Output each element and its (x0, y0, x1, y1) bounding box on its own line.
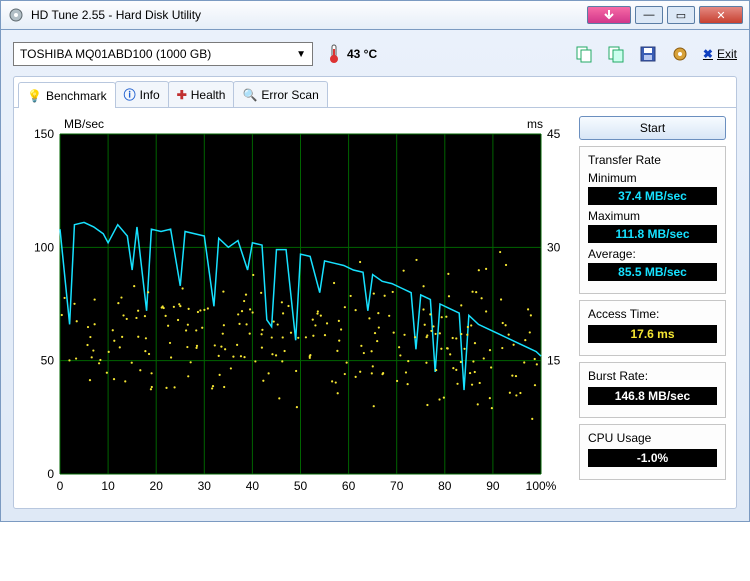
average-value: 85.5 MB/sec (588, 263, 717, 281)
temperature-value: 43 °C (347, 47, 377, 61)
chevron-down-icon: ▼ (296, 49, 306, 60)
svg-text:80: 80 (438, 479, 452, 493)
transfer-rate-group: Transfer Rate Minimum 37.4 MB/sec Maximu… (579, 146, 726, 294)
drive-selector[interactable]: TOSHIBA MQ01ABD100 (1000 GB) ▼ (13, 42, 313, 66)
svg-text:90: 90 (486, 479, 500, 493)
access-time-group: Access Time: 17.6 ms (579, 300, 726, 356)
access-time-value: 17.6 ms (588, 325, 717, 343)
maximum-label: Maximum (588, 209, 717, 223)
average-label: Average: (588, 247, 717, 261)
close-button[interactable]: ✕ (699, 6, 743, 24)
svg-text:15: 15 (547, 354, 561, 368)
info-icon: ⓘ (124, 86, 136, 103)
minimize-button[interactable]: — (635, 6, 663, 24)
options-icon[interactable] (671, 45, 689, 63)
window-title: HD Tune 2.55 - Hard Disk Utility (31, 8, 201, 22)
svg-text:0: 0 (47, 467, 54, 481)
save-icon[interactable] (639, 45, 657, 63)
svg-text:ms: ms (527, 117, 543, 131)
svg-text:20: 20 (150, 479, 164, 493)
benchmark-chart: 0 10 20 30 40 50 60 70 80 90 100% 0 50 100 150 15 30 45 MB… (24, 116, 569, 496)
cpu-usage-group: CPU Usage -1.0% (579, 424, 726, 480)
maximum-value: 111.8 MB/sec (588, 225, 717, 243)
tab-benchmark[interactable]: 💡 Benchmark (18, 82, 116, 108)
svg-text:45: 45 (547, 127, 561, 141)
exit-button[interactable]: ✖ Exit (703, 47, 737, 61)
svg-text:10: 10 (101, 479, 115, 493)
svg-text:60: 60 (342, 479, 356, 493)
cpu-usage-title: CPU Usage (588, 431, 717, 445)
burst-rate-group: Burst Rate: 146.8 MB/sec (579, 362, 726, 418)
app-icon (7, 6, 25, 24)
tab-health[interactable]: ✚ Health (168, 81, 235, 107)
health-plus-icon: ✚ (177, 88, 187, 102)
burst-rate-title: Burst Rate: (588, 369, 717, 383)
minimum-label: Minimum (588, 171, 717, 185)
tab-error-scan[interactable]: 🔍 Error Scan (233, 81, 327, 107)
svg-text:100%: 100% (526, 479, 557, 493)
drive-name: TOSHIBA MQ01ABD100 (1000 GB) (20, 47, 211, 61)
svg-text:100: 100 (34, 240, 54, 254)
svg-text:150: 150 (34, 127, 54, 141)
svg-text:40: 40 (246, 479, 260, 493)
svg-text:MB/sec: MB/sec (64, 117, 104, 131)
access-time-title: Access Time: (588, 307, 717, 321)
svg-text:50: 50 (294, 479, 308, 493)
tab-info[interactable]: ⓘ Info (115, 81, 169, 107)
cpu-usage-value: -1.0% (588, 449, 717, 467)
lightbulb-icon: 💡 (27, 89, 42, 103)
start-button[interactable]: Start (579, 116, 726, 140)
svg-text:70: 70 (390, 479, 404, 493)
minimum-value: 37.4 MB/sec (588, 187, 717, 205)
download-button[interactable] (587, 6, 631, 24)
svg-text:30: 30 (547, 240, 561, 254)
maximize-button[interactable]: ▭ (667, 6, 695, 24)
close-x-icon: ✖ (703, 47, 713, 61)
copy-text-icon[interactable] (575, 45, 593, 63)
svg-text:30: 30 (198, 479, 212, 493)
magnifier-icon: 🔍 (242, 88, 257, 102)
svg-text:50: 50 (41, 354, 55, 368)
burst-rate-value: 146.8 MB/sec (588, 387, 717, 405)
svg-text:0: 0 (57, 479, 64, 493)
transfer-rate-title: Transfer Rate (588, 153, 717, 167)
thermometer-icon (325, 45, 343, 63)
copy-screenshot-icon[interactable] (607, 45, 625, 63)
